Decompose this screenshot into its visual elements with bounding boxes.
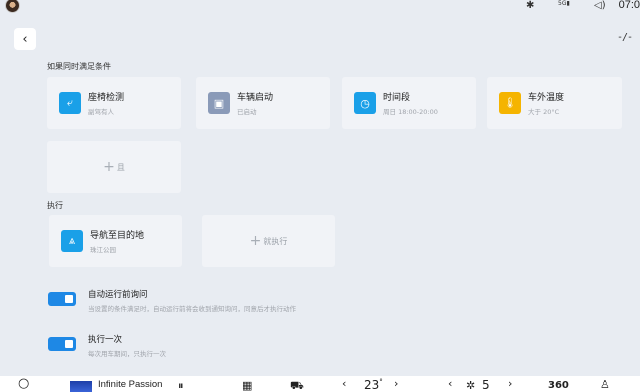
condition-title: 车外温度 bbox=[528, 93, 565, 103]
fan-down-icon[interactable]: ‹ bbox=[448, 377, 452, 390]
ask-before-run-title: 自动运行前询问 bbox=[88, 290, 148, 300]
clock: 07:0 bbox=[618, 0, 640, 11]
clock-icon: ◷ bbox=[354, 92, 376, 114]
ask-before-run-toggle[interactable] bbox=[48, 292, 76, 306]
action-title: 导航至目的地 bbox=[90, 231, 145, 241]
condition-title: 时间段 bbox=[383, 93, 411, 103]
bottom-dock bbox=[0, 376, 640, 392]
back-button[interactable]: ‹ bbox=[14, 28, 36, 50]
temp-up-icon[interactable]: › bbox=[394, 377, 398, 390]
fan-icon: ✲ bbox=[466, 379, 476, 392]
condition-title: 车辆启动 bbox=[237, 93, 274, 103]
plus-icon: + bbox=[103, 159, 115, 175]
album-art[interactable] bbox=[70, 381, 92, 392]
pause-icon[interactable]: ⏸ bbox=[178, 379, 184, 392]
seat-icon: ⤶ bbox=[59, 92, 81, 114]
run-once-toggle[interactable] bbox=[48, 337, 76, 351]
temperature-value: 23° bbox=[364, 378, 383, 392]
chevron-left-icon: ‹ bbox=[22, 31, 28, 47]
volume-icon[interactable]: ◁) bbox=[594, 0, 606, 11]
settings-icon[interactable]: -/- bbox=[617, 32, 633, 43]
add-condition-button[interactable]: + 且 bbox=[47, 141, 181, 193]
media-title[interactable]: Infinite Passion bbox=[98, 379, 162, 390]
plus-icon: + bbox=[249, 233, 262, 249]
bluetooth-icon: ✱ bbox=[526, 0, 535, 11]
car-status-icon[interactable]: ⛟ bbox=[290, 379, 304, 392]
signal-label: 5G bbox=[558, 0, 567, 7]
action-subtitle: 珠江公园 bbox=[90, 246, 116, 254]
search-icon[interactable]: ○ bbox=[18, 376, 29, 391]
add-action-button[interactable]: + 就执行 bbox=[202, 215, 335, 267]
condition-card-vehicle-start[interactable]: ▣ 车辆启动 已启动 bbox=[196, 77, 330, 129]
condition-subtitle: 已启动 bbox=[237, 108, 257, 116]
conditions-label: 如果同时满足条件 bbox=[47, 62, 111, 71]
signal-icon: 5G▮ bbox=[558, 0, 570, 7]
status-bar: ✱ 5G▮ ◁) 07:0 bbox=[0, 0, 640, 14]
condition-title: 座椅检测 bbox=[88, 93, 125, 103]
condition-subtitle: 大于 20°C bbox=[528, 108, 560, 116]
condition-subtitle: 周日 18:00-20:00 bbox=[383, 108, 438, 116]
run-once-title: 执行一次 bbox=[88, 335, 123, 345]
apps-icon[interactable]: ▦ bbox=[242, 379, 252, 392]
actions-label: 执行 bbox=[47, 201, 63, 210]
fan-up-icon[interactable]: › bbox=[508, 377, 512, 390]
ask-before-run-desc: 当设置的条件满足时，自动运行前将会收到通知询问，同意后才执行动作 bbox=[88, 305, 296, 313]
add-condition-label: 且 bbox=[116, 162, 125, 172]
condition-card-seat[interactable]: ⤶ 座椅检测 副驾有人 bbox=[47, 77, 181, 129]
run-once-desc: 每次用车期间，只执行一次 bbox=[88, 350, 166, 358]
temp-down-icon[interactable]: ‹ bbox=[342, 377, 346, 390]
condition-card-time[interactable]: ◷ 时间段 周日 18:00-20:00 bbox=[342, 77, 476, 129]
view-360-button[interactable]: 360 bbox=[548, 380, 569, 391]
add-action-label: 就执行 bbox=[263, 236, 288, 246]
avatar[interactable] bbox=[5, 0, 20, 13]
condition-subtitle: 副驾有人 bbox=[88, 108, 114, 116]
seat-icon[interactable]: ♙ bbox=[600, 378, 610, 391]
action-card-navigation[interactable]: ⩓ 导航至目的地 珠江公园 bbox=[49, 215, 182, 267]
navigation-icon: ⩓ bbox=[61, 230, 83, 252]
condition-card-temperature[interactable]: 🌡 车外温度 大于 20°C bbox=[487, 77, 622, 129]
thermometer-icon: 🌡 bbox=[499, 92, 521, 114]
fan-level: 5 bbox=[482, 378, 490, 392]
car-icon: ▣ bbox=[208, 92, 230, 114]
